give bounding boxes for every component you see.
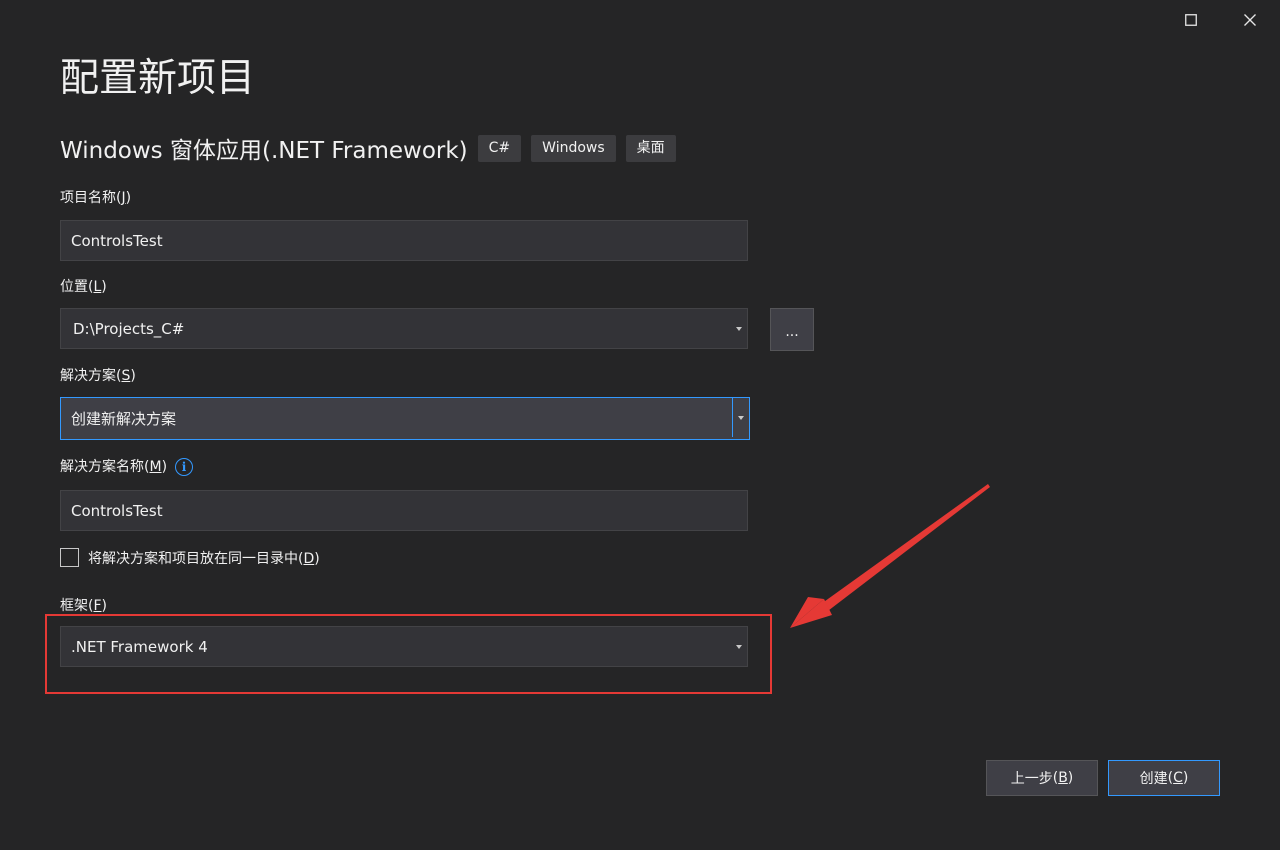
location-combobox[interactable]: D:\Projects_C# xyxy=(60,308,748,349)
maximize-button[interactable] xyxy=(1161,0,1221,40)
browse-button[interactable]: ... xyxy=(770,308,814,351)
maximize-icon xyxy=(1185,14,1197,26)
configure-project-window: 配置新项目 Windows 窗体应用(.NET Framework) C# Wi… xyxy=(0,0,1280,850)
project-name-value: ControlsTest xyxy=(71,231,163,250)
project-name-label: 项目名称(J) xyxy=(60,190,132,206)
project-name-input[interactable]: ControlsTest xyxy=(60,220,748,261)
solution-dropdown-button[interactable] xyxy=(732,398,749,437)
chevron-down-icon xyxy=(738,415,744,420)
page-title: 配置新项目 xyxy=(60,56,256,101)
location-label: 位置(L) xyxy=(60,279,107,295)
back-button[interactable]: 上一步(B) xyxy=(986,760,1098,796)
same-directory-label[interactable]: 将解决方案和项目放在同一目录中(D) xyxy=(88,549,320,569)
close-icon xyxy=(1244,14,1256,26)
solution-value: 创建新解决方案 xyxy=(71,410,177,428)
chevron-down-icon[interactable] xyxy=(736,326,742,331)
annotation-arrow-icon xyxy=(790,484,990,628)
close-button[interactable] xyxy=(1220,0,1280,40)
same-directory-checkbox[interactable] xyxy=(60,548,79,567)
tag-platform: Windows xyxy=(531,134,616,162)
location-value: D:\Projects_C# xyxy=(73,319,185,338)
annotation-highlight-box xyxy=(45,614,772,694)
solution-name-label: 解决方案名称(M) i xyxy=(60,457,194,477)
project-type-title: Windows 窗体应用(.NET Framework) xyxy=(60,138,468,164)
solution-name-input[interactable]: ControlsTest xyxy=(60,490,748,531)
info-icon[interactable]: i xyxy=(175,458,194,476)
tag-project-type: 桌面 xyxy=(625,134,676,162)
solution-select[interactable]: 创建新解决方案 xyxy=(60,397,750,440)
tag-language: C# xyxy=(477,134,522,162)
solution-name-value: ControlsTest xyxy=(71,501,163,520)
solution-label: 解决方案(S) xyxy=(60,368,136,384)
framework-label: 框架(F) xyxy=(60,598,107,614)
create-button[interactable]: 创建(C) xyxy=(1108,760,1220,796)
project-type-row: Windows 窗体应用(.NET Framework) C# Windows … xyxy=(60,131,676,165)
